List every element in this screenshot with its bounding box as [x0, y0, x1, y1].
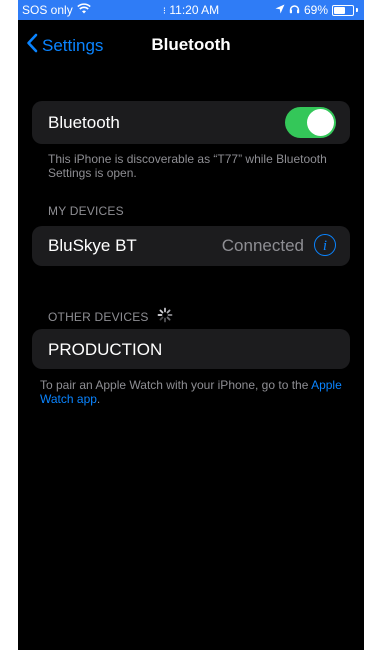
- status-right: 69%: [275, 3, 358, 17]
- bluetooth-toggle-row: Bluetooth: [32, 101, 350, 144]
- location-icon: [275, 3, 285, 17]
- pair-note-suffix: .: [96, 392, 101, 406]
- charging-icon: ⁝: [162, 6, 167, 17]
- info-icon[interactable]: i: [314, 234, 336, 256]
- navigation-bar: Settings Bluetooth: [18, 20, 364, 72]
- pair-apple-watch-note: To pair an Apple Watch with your iPhone,…: [40, 378, 350, 406]
- battery-icon: [332, 4, 354, 16]
- status-bar: SOS only ⁝ 11:20 AM 69%: [18, 0, 364, 20]
- bluetooth-toggle[interactable]: [285, 107, 336, 138]
- spinner-icon: [157, 307, 173, 326]
- my-devices-list: BluSkye BT Connected i: [32, 226, 350, 266]
- phone-screen: SOS only ⁝ 11:20 AM 69% Settings Bluetoo…: [18, 0, 364, 650]
- bluetooth-label: Bluetooth: [48, 113, 120, 132]
- other-devices-label: OTHER DEVICES: [48, 309, 149, 324]
- device-status: Connected: [221, 236, 304, 255]
- other-devices-header: OTHER DEVICES: [48, 307, 173, 326]
- device-name: PRODUCTION: [48, 340, 163, 359]
- my-devices-header: MY DEVICES: [48, 204, 124, 218]
- toggle-knob: [307, 109, 334, 136]
- other-devices-list: PRODUCTION: [32, 329, 350, 369]
- battery-level: [334, 6, 345, 14]
- pair-note-text: To pair an Apple Watch with your iPhone,…: [40, 378, 309, 392]
- page-title: Bluetooth: [151, 35, 231, 54]
- device-row-bluskye[interactable]: BluSkye BT Connected i: [32, 226, 350, 266]
- device-name: BluSkye BT: [48, 236, 137, 255]
- battery-percent: 69%: [303, 3, 328, 17]
- discoverable-note: This iPhone is discoverable as “T77” whi…: [48, 152, 327, 180]
- clock: 11:20 AM: [169, 3, 220, 17]
- battery-cap: [356, 8, 358, 12]
- headphones-icon: [289, 3, 300, 17]
- device-row-production[interactable]: PRODUCTION: [32, 329, 350, 369]
